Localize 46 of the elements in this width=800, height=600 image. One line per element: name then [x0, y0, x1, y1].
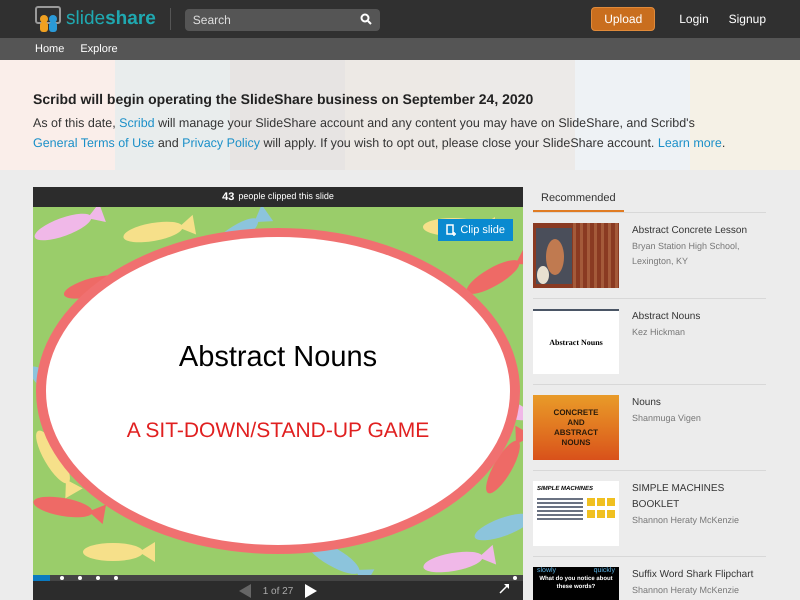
recommendation-title[interactable]: SIMPLE MACHINES BOOKLET	[632, 481, 766, 513]
slide-marker-icon[interactable]	[96, 576, 100, 580]
clips-count: 43	[222, 190, 234, 205]
recommendation-title[interactable]: Nouns	[632, 395, 701, 411]
banner-text: As of this date, Scribd will manage your SlideShare account and any content you may have on SlideShare, and Scribd's General Terms of Use and Privacy Policy will apply. If you wish to opt out, please close your SlideShare account. Learn more.	[33, 115, 726, 152]
slide-thumbnail[interactable]: Abstract Nouns	[533, 309, 619, 374]
recommendation-author: Shannon Heraty McKenzie	[632, 584, 740, 597]
recommendation-author: Shanmuga Vigen	[632, 412, 701, 425]
clip-slide-button[interactable]: Clip slide	[438, 219, 513, 241]
recommendation-title[interactable]: Suffix Word Shark Flipchart	[632, 567, 754, 583]
thumbnail-text: Abstract Nouns	[549, 336, 603, 348]
clips-text: people clipped this slide	[238, 190, 334, 204]
thumbnail-text: CONCRETE	[554, 408, 598, 418]
search-icon[interactable]	[360, 13, 372, 25]
nav-link[interactable]: Explore	[80, 40, 118, 58]
recommendation-title[interactable]: Abstract Nouns	[632, 309, 700, 325]
thumbnail-text: ABSTRACT	[554, 428, 598, 438]
upload-button[interactable]: Upload	[591, 7, 656, 31]
thumbnail-text: NOUNS	[562, 438, 590, 448]
nav-link[interactable]: Home	[35, 40, 64, 58]
slide-marker-icon[interactable]	[513, 576, 517, 580]
recommendation-author: Kez Hickman	[632, 326, 686, 339]
sidebar-tab[interactable]: Recommended	[533, 187, 624, 212]
login-link[interactable]: Login	[679, 10, 709, 28]
slide-title: Abstract Nouns	[178, 340, 378, 374]
recommendation-author: Bryan Station High School, Lexington, KY	[632, 240, 741, 268]
clip-icon	[446, 224, 456, 236]
slide-marker-icon[interactable]	[78, 576, 82, 580]
search-field[interactable]: Search	[184, 9, 380, 31]
slide-thumbnail[interactable]: CONCRETE AND ABSTRACT NOUNS	[533, 395, 619, 460]
slide-subtitle: A SIT-DOWN/STAND-UP GAME	[126, 418, 430, 444]
progress-track[interactable]	[33, 575, 523, 581]
logo[interactable]: slideshare	[34, 4, 156, 34]
thumbnail-text: AND	[567, 418, 585, 428]
logo-icon	[34, 5, 62, 33]
slide-marker-icon[interactable]	[114, 576, 118, 580]
recommendation-title[interactable]: Abstract Concrete Lesson	[632, 223, 766, 239]
signup-link[interactable]: Signup	[728, 10, 766, 28]
next-icon[interactable]	[305, 584, 318, 598]
fullscreen-icon[interactable]	[499, 584, 509, 594]
recommendation-author: Shannon Heraty McKenzie	[632, 514, 740, 527]
previous-icon[interactable]	[238, 584, 251, 598]
page-counter: 1 of 27	[262, 585, 294, 599]
banner-title: Scribd will begin operating the SlideShare business on September 24, 2020	[33, 90, 534, 109]
slide-marker-icon[interactable]	[60, 576, 64, 580]
logo-text: slideshare	[66, 6, 156, 31]
